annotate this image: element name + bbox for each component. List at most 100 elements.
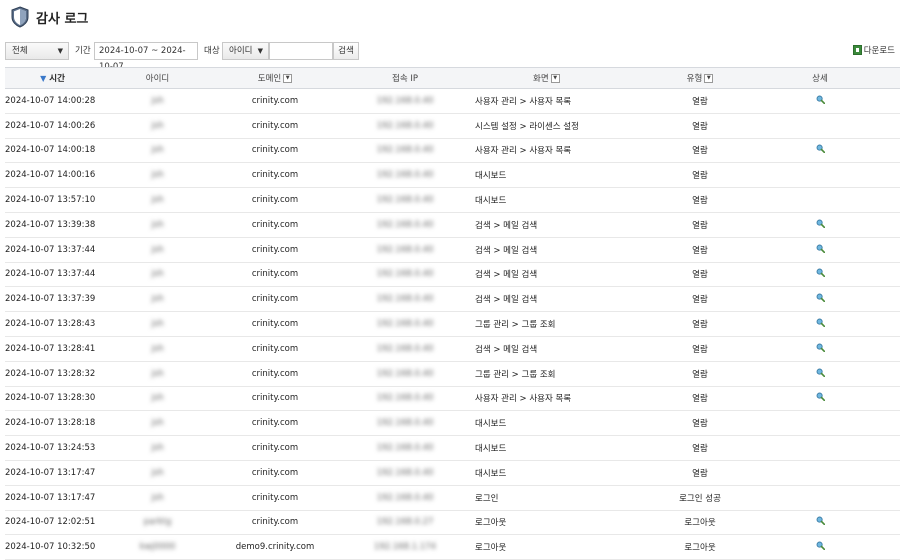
target-select-value: 아이디 bbox=[229, 46, 253, 56]
scope-select[interactable]: 전체 ▼ bbox=[5, 42, 69, 60]
filter-dropdown-icon[interactable]: ▼ bbox=[704, 74, 714, 83]
download-button[interactable]: 다운로드 bbox=[852, 44, 895, 56]
screen-cell: 사용자 관리 > 사용자 목록 bbox=[475, 88, 660, 114]
type-cell: 열람 bbox=[660, 212, 740, 238]
table-row[interactable]: 2024-10-07 13:39:38 jsh crinity.com 192.168… bbox=[5, 212, 900, 238]
table-row[interactable]: 2024-10-07 13:28:41 jsh crinity.com 192.168… bbox=[5, 336, 900, 362]
table-row[interactable]: 2024-10-07 14:00:26 jsh crinity.com 192.168… bbox=[5, 113, 900, 139]
screen-cell-text: 그룹 관리 > 그룹 조회 bbox=[475, 320, 556, 331]
time-cell: 2024-10-07 14:00:28 bbox=[5, 88, 100, 114]
magnifier-icon[interactable] bbox=[816, 318, 825, 328]
ip-cell-text: 192.168.0.40 bbox=[376, 170, 434, 181]
date-range-input[interactable]: 2024-10-07 ~ 2024-10-07 bbox=[94, 42, 198, 72]
type-cell-text: 열람 bbox=[692, 270, 708, 281]
ip-cell-text: 192.168.0.40 bbox=[376, 368, 434, 379]
time-cell-text: 2024-10-07 13:28:30 bbox=[5, 393, 96, 404]
column-header-time[interactable]: ▼ 시간 bbox=[5, 67, 100, 89]
search-button[interactable]: 검색 bbox=[333, 42, 359, 60]
table-row[interactable]: 2024-10-07 13:28:30 jsh crinity.com 192.168… bbox=[5, 386, 900, 412]
user-id-cell: jsh bbox=[100, 212, 215, 238]
domain-cell: crinity.com bbox=[215, 262, 335, 288]
table-row[interactable]: 2024-10-07 13:28:18 jsh crinity.com 192.168… bbox=[5, 410, 900, 437]
audit-log-table: ▼ 시간 아이디 도메인 ▼ 접속 IP 화면 ▼ 유형 ▼ 상세 2024-10-07… bbox=[5, 67, 900, 560]
user-id-cell: jsh bbox=[100, 262, 215, 288]
user-id-cell-text: jsh bbox=[151, 443, 164, 454]
search-input[interactable] bbox=[269, 42, 333, 60]
column-header-ip[interactable]: 접속 IP bbox=[335, 67, 475, 89]
domain-cell: crinity.com bbox=[215, 88, 335, 114]
table-row[interactable]: 2024-10-07 13:17:47 jsh crinity.com 192.168… bbox=[5, 460, 900, 486]
domain-cell-text: crinity.com bbox=[251, 95, 299, 106]
time-cell-text: 2024-10-07 10:32:50 bbox=[5, 542, 96, 553]
table-row[interactable]: 2024-10-07 14:00:28 jsh crinity.com 192.168… bbox=[5, 88, 900, 114]
magnifier-icon[interactable] bbox=[816, 368, 825, 377]
detail-cell bbox=[740, 311, 900, 337]
user-id-cell-text: jsh bbox=[151, 195, 164, 206]
magnifier-icon[interactable] bbox=[816, 516, 825, 526]
domain-cell: crinity.com bbox=[215, 460, 335, 486]
user-id-cell-text: kwj0000 bbox=[139, 542, 176, 553]
magnifier-icon[interactable] bbox=[816, 343, 825, 352]
table-row[interactable]: 2024-10-07 13:37:44 jsh crinity.com 192.168… bbox=[5, 262, 900, 288]
ip-cell-text: 192.168.0.40 bbox=[376, 219, 434, 230]
column-header-type[interactable]: 유형 ▼ bbox=[660, 67, 740, 89]
time-cell: 2024-10-07 13:28:41 bbox=[5, 336, 100, 362]
table-row[interactable]: 2024-10-07 13:28:43 jsh crinity.com 192.168… bbox=[5, 311, 900, 337]
magnifier-icon[interactable] bbox=[816, 244, 825, 253]
domain-cell-text: crinity.com bbox=[251, 517, 299, 528]
table-row[interactable]: 2024-10-07 13:24:53 jsh crinity.com 192.168… bbox=[5, 435, 900, 461]
detail-cell bbox=[740, 485, 900, 511]
table-row[interactable]: 2024-10-07 13:37:44 jsh crinity.com 192.168… bbox=[5, 237, 900, 263]
table-row[interactable]: 2024-10-07 13:28:32 jsh crinity.com 192.168… bbox=[5, 361, 900, 387]
screen-cell: 검색 > 메일 검색 bbox=[475, 286, 660, 313]
detail-cell bbox=[740, 162, 900, 189]
table-row[interactable]: 2024-10-07 13:57:10 jsh crinity.com 192.168… bbox=[5, 187, 900, 213]
type-cell: 열람 bbox=[660, 460, 740, 486]
domain-cell: crinity.com bbox=[215, 386, 335, 412]
user-id-cell: jsh bbox=[100, 138, 215, 164]
table-row[interactable]: 2024-10-07 10:32:50 kwj0000 demo9.crinity.… bbox=[5, 534, 900, 560]
user-id-cell: kwj0000 bbox=[100, 534, 215, 560]
domain-cell: crinity.com bbox=[215, 187, 335, 213]
user-id-cell: jsh bbox=[100, 88, 215, 114]
magnifier-icon[interactable] bbox=[816, 392, 825, 402]
column-header-domain[interactable]: 도메인 ▼ bbox=[215, 67, 335, 89]
user-id-cell-text: jsh bbox=[151, 269, 164, 280]
filter-dropdown-icon[interactable]: ▼ bbox=[283, 74, 293, 83]
domain-cell-text: crinity.com bbox=[251, 319, 299, 330]
time-cell-text: 2024-10-07 13:57:10 bbox=[5, 195, 96, 206]
type-cell-text: 로그인 성공 bbox=[679, 493, 721, 504]
time-cell-text: 2024-10-07 13:17:47 bbox=[5, 492, 96, 503]
magnifier-icon[interactable] bbox=[816, 541, 825, 551]
domain-cell-text: demo9.crinity.com bbox=[235, 542, 315, 553]
time-cell: 2024-10-07 12:02:51 bbox=[5, 510, 100, 536]
table-body: 2024-10-07 14:00:28 jsh crinity.com 192.168… bbox=[5, 88, 900, 560]
user-id-cell: jsh bbox=[100, 237, 215, 263]
column-header-screen[interactable]: 화면 ▼ bbox=[475, 67, 660, 89]
column-header-id[interactable]: 아이디 bbox=[100, 67, 215, 89]
magnifier-icon[interactable] bbox=[816, 95, 825, 104]
ip-cell-text: 192.168.0.40 bbox=[376, 145, 434, 156]
target-select[interactable]: 아이디 ▼ bbox=[222, 42, 269, 60]
table-row[interactable]: 2024-10-07 14:00:18 jsh crinity.com 192.168… bbox=[5, 138, 900, 164]
magnifier-icon[interactable] bbox=[816, 293, 825, 303]
user-id-cell-text: jsh bbox=[151, 219, 164, 230]
magnifier-icon[interactable] bbox=[816, 268, 825, 278]
time-cell: 2024-10-07 13:28:43 bbox=[5, 311, 100, 337]
user-id-cell: jsh bbox=[100, 113, 215, 139]
time-cell: 2024-10-07 13:28:30 bbox=[5, 386, 100, 412]
magnifier-icon[interactable] bbox=[816, 219, 825, 228]
table-row[interactable]: 2024-10-07 12:02:51 parktg crinity.com 192.… bbox=[5, 510, 900, 536]
table-row[interactable]: 2024-10-07 14:00:16 jsh crinity.com 192.168… bbox=[5, 162, 900, 189]
table-row[interactable]: 2024-10-07 13:17:47 jsh crinity.com 192.168… bbox=[5, 485, 900, 511]
table-row[interactable]: 2024-10-07 13:37:39 jsh crinity.com 192.168… bbox=[5, 286, 900, 313]
user-id-cell: jsh bbox=[100, 311, 215, 337]
type-cell-text: 열람 bbox=[692, 121, 708, 132]
type-cell-text: 열람 bbox=[692, 171, 708, 182]
detail-cell bbox=[740, 286, 900, 313]
domain-cell: crinity.com bbox=[215, 162, 335, 189]
excel-icon bbox=[852, 45, 862, 55]
domain-cell: crinity.com bbox=[215, 286, 335, 313]
magnifier-icon[interactable] bbox=[816, 144, 825, 154]
filter-dropdown-icon[interactable]: ▼ bbox=[550, 74, 560, 83]
